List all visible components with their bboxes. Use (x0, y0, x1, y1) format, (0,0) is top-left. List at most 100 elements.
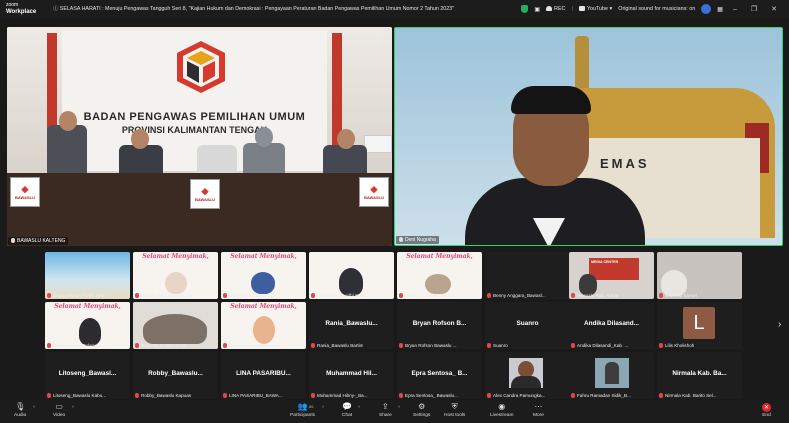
banner-line2: PROVINSI KALIMANTAN TENGAH (121, 125, 268, 135)
mic-muted-icon (135, 393, 139, 398)
sign-label: BAWASLU (195, 197, 215, 202)
gallery-tile[interactable]: Bryan Rofson B... Bryan Rofson Bawaslu .… (397, 302, 482, 349)
gallery-tile[interactable]: Rania_Bawaslu... Rania_Bawaslu Bartim (309, 302, 394, 349)
tile-center-name: Andika Dilasand... (583, 320, 640, 327)
chat-caret-icon[interactable]: ^ (358, 405, 360, 410)
original-sound-status[interactable]: Original sound for musicians: on (618, 6, 695, 12)
youtube-label: YouTube (586, 6, 609, 12)
settings-label: Settings (413, 413, 431, 418)
mic-muted-icon (487, 343, 491, 348)
gallery-tile[interactable]: Litoseng_Bawasl... Litoseng_Bawaslu Kabu… (45, 352, 130, 399)
info-icon[interactable]: ⓘ (53, 6, 58, 12)
more-icon: ⋯ (534, 402, 543, 411)
gallery-tile[interactable]: Alex Candra Pamungka... (485, 352, 570, 399)
profile-photo (509, 358, 543, 388)
video-button[interactable]: ▭ Video (53, 402, 65, 418)
gallery-tile[interactable]: Robby_Bawaslu... Robby_Bawaslu Kapuas (133, 352, 218, 399)
title-right-controls: ▣ REC | YouTube ▾ Original sound for mus… (521, 0, 789, 18)
user-avatar[interactable] (701, 4, 712, 14)
tile-name: Bryan Rofson Bawaslu ... (399, 343, 457, 348)
gallery-tile[interactable]: Muhammad Hil... Muhammad Hilmy-_Ba... (309, 352, 394, 399)
gallery-tile[interactable]: Selamat Menyimak, Arum Dwi Gustarani_Ba.… (221, 302, 306, 349)
minimize-icon[interactable]: – (729, 6, 741, 13)
more-button[interactable]: ⋯ More (533, 402, 544, 418)
mic-muted-icon (135, 293, 139, 298)
gallery-tile[interactable]: Benny Anggara_Bawasl... (485, 252, 570, 299)
audio-button[interactable]: 🎙 Audio (14, 402, 26, 418)
gallery-tile[interactable]: Selamat Menyimak, Terigo_Staf Bawaslu Ka… (397, 252, 482, 299)
tile-name-text: Bawaslu Kab. Kobar (577, 292, 619, 298)
gallery-tile[interactable]: Bawaslu Barsel (657, 252, 742, 299)
speaker-hair (511, 86, 591, 114)
gallery-tile[interactable]: Selamat Menyimak, Bawaslu Kota Palangka.… (45, 302, 130, 349)
monument-statue (575, 36, 589, 91)
more-label: More (533, 413, 544, 418)
gallery-tile[interactable]: Selamat Menyimak, B&S_BWS MURA (221, 252, 306, 299)
table-sign-right: ◆ BAWASLU (359, 177, 389, 207)
caption-icon[interactable]: ▣ (534, 6, 540, 13)
view-grid-icon[interactable]: ▦ (717, 6, 723, 13)
settings-button[interactable]: ⚙ Settings (413, 402, 430, 418)
tile-name-text: LINA PASARIBU_BAWA... (229, 392, 283, 398)
zoom-logo: zoom Workplace (6, 2, 36, 15)
bawaslu-logo (177, 41, 225, 93)
gallery-tile[interactable]: Selamat Menyimak, Misbah_Bws Kab. Barlim (133, 252, 218, 299)
tile-name-text: Terigo_Staf Bawaslu Ka... (405, 292, 458, 298)
gallery-tile[interactable]: Fahru Ramadan Sidik_B... (569, 352, 654, 399)
gallery-tile[interactable]: Satria BWSLU KAB. KPS (45, 252, 130, 299)
selamat-text: Selamat Menyimak, (230, 253, 297, 260)
participant-name: Deni Nugraha (405, 237, 436, 243)
participant-figure (165, 272, 187, 294)
gallery-tile[interactable]: Nirmala Kab. Ba... Nirmala Kab. Barito S… (657, 352, 742, 399)
youtube-status[interactable]: YouTube ▾ (578, 6, 612, 12)
gallery-tile[interactable]: Epra Sentosa_ B... Epra Sentosa_ Bawaslu… (397, 352, 482, 399)
tile-name-text: BAWASLU SERUYAN (141, 342, 187, 348)
tile-name-text: Bryan Rofson Bawaslu ... (405, 342, 457, 348)
sign-logo-icon: ◆ (370, 184, 378, 194)
video-caret-icon[interactable]: ^ (72, 405, 74, 410)
end-button[interactable]: ✕ End (762, 403, 771, 418)
gallery-tile[interactable]: Bws Barsel_Ledhi Stan... (309, 252, 394, 299)
tile-name: B&S_BWS MURA (223, 293, 266, 298)
gallery-tile[interactable]: Andika Dilasand... Andika Dilasandi_Kab.… (569, 302, 654, 349)
logo-line2: Workplace (6, 8, 37, 15)
participants-caret-icon[interactable]: ^ (322, 405, 324, 410)
recording-status[interactable]: REC (546, 6, 565, 12)
participant-figure (143, 314, 207, 344)
share-caret-icon[interactable]: ^ (398, 405, 400, 410)
host-tools-button[interactable]: ⛨ Host tools (444, 402, 465, 418)
video-panel-deni-nugraha[interactable]: EMAS Deni Nugraha (394, 27, 783, 246)
mic-muted-icon (399, 293, 403, 298)
share-button[interactable]: ⇪ Share (379, 402, 392, 418)
video-panel-bawaslu-kalteng[interactable]: BADAN PENGAWAS PEMILIHAN UMUM PROVINSI K… (7, 27, 392, 246)
gallery-tile[interactable]: MEDIA CENTER Bawaslu Kab. Kobar (569, 252, 654, 299)
tile-name: Bawaslu Barsel (659, 293, 697, 298)
livestream-button[interactable]: ◉ Livestream (490, 402, 513, 418)
tile-name: Lilis Kholishoh (659, 343, 694, 348)
tile-name: Benny Anggara_Bawasl... (487, 293, 546, 298)
gallery-tile[interactable]: LINA PASARIBU... LINA PASARIBU_BAWA... (221, 352, 306, 399)
cloud-rec-icon (546, 6, 553, 12)
letter-avatar: L (683, 307, 715, 339)
security-shield-icon[interactable] (521, 5, 529, 13)
audio-label: Audio (14, 413, 27, 418)
tile-name-text: Suanro (493, 342, 508, 348)
maximize-icon[interactable]: ❐ (747, 5, 761, 13)
audio-caret-icon[interactable]: ^ (33, 405, 35, 410)
gallery-tile[interactable]: BAWASLU SERUYAN (133, 302, 218, 349)
close-icon[interactable]: ✕ (767, 5, 781, 13)
meeting-title: ⓘ SELASA HARATI : Menuju Pengawas Tanggu… (53, 4, 454, 12)
participant-name-tag: Deni Nugraha (396, 236, 439, 244)
chat-button[interactable]: 💬 Chat (342, 402, 352, 418)
gallery-tile[interactable]: Suanro Suanro (485, 302, 570, 349)
gallery-tile[interactable]: L Lilis Kholishoh (657, 302, 742, 349)
tile-name: Suanro (487, 343, 508, 348)
selamat-text: Selamat Menyimak, (230, 303, 297, 310)
tile-name: Alex Candra Pamungka... (487, 393, 545, 398)
share-icon: ⇪ (382, 402, 389, 411)
title-bar: zoom Workplace ⓘ SELASA HARATI : Menuju … (0, 0, 789, 18)
mic-muted-icon (487, 293, 491, 298)
tile-name-text: Bawaslu Barsel (665, 292, 697, 298)
gallery-next-arrow-icon[interactable]: › (778, 319, 781, 330)
tile-name: LINA PASARIBU_BAWA... (223, 393, 283, 398)
